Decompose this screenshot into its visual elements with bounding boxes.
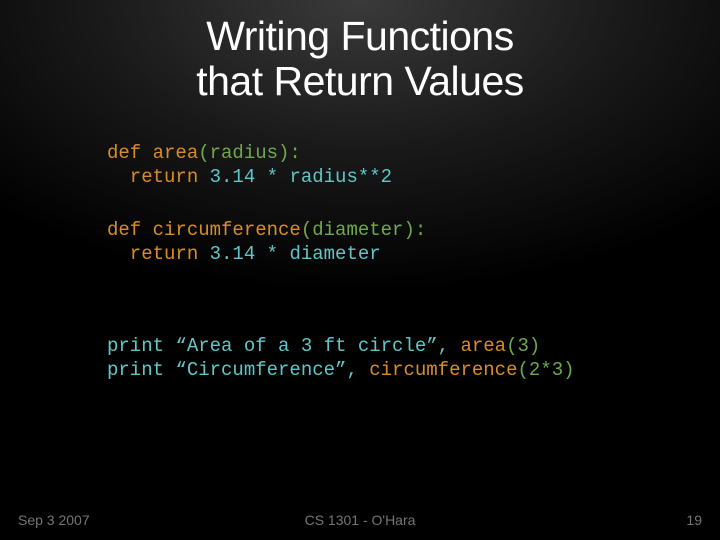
call-args: (2*3) (517, 359, 574, 381)
call-args: (3) (506, 335, 540, 357)
title-line-2: that Return Values (196, 58, 524, 104)
footer-page-number: 19 (686, 512, 702, 528)
code-circumference-function: def circumference(diameter): return 3.14… (107, 219, 426, 267)
params: (diameter): (301, 219, 426, 241)
code-area-function: def area(radius): return 3.14 * radius**… (107, 142, 392, 190)
footer-course: CS 1301 - O'Hara (0, 512, 720, 528)
call-name: area (460, 335, 506, 357)
code-print-calls: print “Area of a 3 ft circle”, area(3) p… (107, 335, 575, 383)
slide: Writing Functions that Return Values def… (0, 0, 720, 540)
params: (radius): (198, 142, 301, 164)
title-line-1: Writing Functions (206, 13, 513, 59)
kw-return: return (107, 243, 210, 265)
kw-def: def circumference (107, 219, 301, 241)
print-text: print “Area of a 3 ft circle”, (107, 335, 460, 357)
expr: 3.14 * radius**2 (210, 166, 392, 188)
kw-return: return (107, 166, 210, 188)
kw-def: def area (107, 142, 198, 164)
print-text: print “Circumference”, (107, 359, 369, 381)
slide-title: Writing Functions that Return Values (0, 0, 720, 104)
call-name: circumference (369, 359, 517, 381)
expr: 3.14 * diameter (210, 243, 381, 265)
